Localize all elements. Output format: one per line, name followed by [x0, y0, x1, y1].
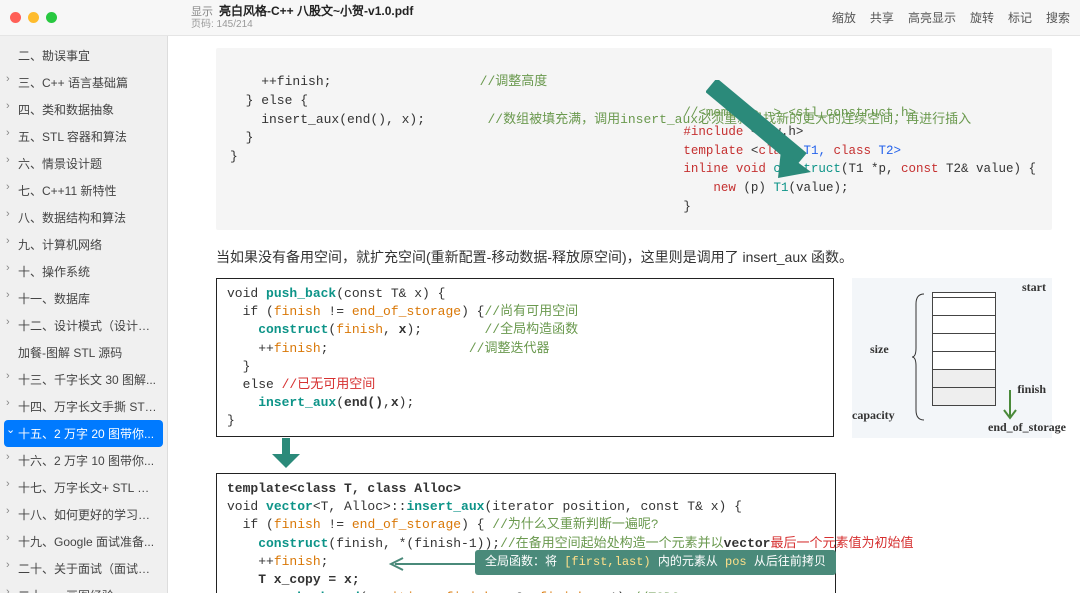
- outline-sidebar[interactable]: 二、勘误事宜三、C++ 语言基础篇四、类和数据抽象五、STL 容器和算法六、情景…: [0, 36, 168, 593]
- rotate-button[interactable]: 旋转: [970, 9, 994, 26]
- code-line: }: [230, 149, 238, 164]
- arrow-down-icon: [266, 436, 306, 470]
- search-button[interactable]: 搜索: [1046, 9, 1070, 26]
- titlebar: 显示 亮白风格-C++ 八股文~小贺-v1.0.pdf 页码: 145/214 …: [0, 0, 1080, 36]
- callout-arrow-icon: [387, 556, 477, 572]
- minimize-icon[interactable]: [28, 12, 39, 23]
- code-block-insert-aux: template<class T, class Alloc> void vect…: [216, 473, 836, 593]
- sidebar-item[interactable]: 十七、万字长文+ STL 算...: [0, 474, 167, 501]
- sidebar-item[interactable]: 四、类和数据抽象: [0, 96, 167, 123]
- sidebar-item[interactable]: 十四、万字长文手撕 STL...: [0, 393, 167, 420]
- callout-box: 全局函数：将 [first,last) 内的元素从 pos 从后往前拷贝: [475, 550, 836, 575]
- sidebar-item[interactable]: 七、C++11 新特性: [0, 177, 167, 204]
- sidebar-item[interactable]: 三、C++ 语言基础篇: [0, 69, 167, 96]
- code-block-push-back: void push_back(const T& x) { if (finish …: [216, 278, 834, 438]
- code-line: insert_aux(end(), x);: [230, 112, 425, 127]
- title-block: 显示 亮白风格-C++ 八股文~小贺-v1.0.pdf 页码: 145/214: [191, 5, 413, 30]
- sidebar-item[interactable]: 六、情景设计题: [0, 150, 167, 177]
- toolbar-right: 缩放 共享 高亮显示 旋转 标记 搜索: [832, 9, 1070, 26]
- vector-diagram: start size finish capacity end_of_storag…: [852, 278, 1052, 438]
- window-controls: [10, 12, 57, 23]
- brace-icon: [910, 292, 928, 422]
- markup-button[interactable]: 标记: [1008, 9, 1032, 26]
- sidebar-item[interactable]: 十五、2 万字 20 图带你...: [4, 420, 163, 447]
- sidebar-item[interactable]: 十、操作系统: [0, 258, 167, 285]
- sidebar-item[interactable]: 十二、设计模式（设计和...: [0, 312, 167, 339]
- sidebar-item[interactable]: 十九、Google 面试准备...: [0, 528, 167, 555]
- code-block-top: ++finish; //调整高度 } else { insert_aux(end…: [216, 48, 1052, 230]
- sidebar-item[interactable]: 二、勘误事宜: [0, 42, 167, 69]
- code-snippet-right: //<memory> -> <stl_construct.h> #include…: [683, 104, 1036, 217]
- code-line: }: [230, 130, 253, 145]
- sidebar-item[interactable]: 十八、如何更好的学习一...: [0, 501, 167, 528]
- share-button[interactable]: 共享: [870, 9, 894, 26]
- sidebar-item[interactable]: 十六、2 万字 10 图带你...: [0, 447, 167, 474]
- sidebar-item[interactable]: 二十一、画图经验: [0, 582, 167, 593]
- sidebar-item[interactable]: 加餐-图解 STL 源码: [0, 339, 167, 366]
- document-title: 亮白风格-C++ 八股文~小贺-v1.0.pdf: [219, 5, 413, 19]
- sidebar-item[interactable]: 十三、千字长文 30 图解...: [0, 366, 167, 393]
- maximize-icon[interactable]: [46, 12, 57, 23]
- diag-label-capacity: capacity: [852, 408, 895, 423]
- highlight-button[interactable]: 高亮显示: [908, 9, 956, 26]
- diag-label-finish: finish: [1017, 382, 1046, 397]
- paragraph: 当如果没有备用空间，就扩充空间(重新配置-移动数据-释放原空间)，这里则是调用了…: [216, 246, 1052, 268]
- sidebar-item[interactable]: 八、数据结构和算法: [0, 204, 167, 231]
- code-line: ++finish;: [230, 74, 331, 89]
- page-info: 页码: 145/214: [191, 19, 413, 31]
- code-comment: //调整高度: [480, 74, 548, 89]
- sidebar-item[interactable]: 二十、关于面试（面试经...: [0, 555, 167, 582]
- arrow-down-icon: [1000, 388, 1020, 424]
- sidebar-item[interactable]: 十一、数据库: [0, 285, 167, 312]
- mode-label: 显示: [191, 6, 213, 19]
- zoom-button[interactable]: 缩放: [832, 9, 856, 26]
- sidebar-item[interactable]: 九、计算机网络: [0, 231, 167, 258]
- diag-label-size: size: [870, 342, 889, 357]
- sidebar-item[interactable]: 五、STL 容器和算法: [0, 123, 167, 150]
- code-line: } else {: [230, 93, 308, 108]
- close-icon[interactable]: [10, 12, 21, 23]
- pdf-content[interactable]: ++finish; //调整高度 } else { insert_aux(end…: [168, 36, 1080, 593]
- diag-label-start: start: [1022, 280, 1046, 295]
